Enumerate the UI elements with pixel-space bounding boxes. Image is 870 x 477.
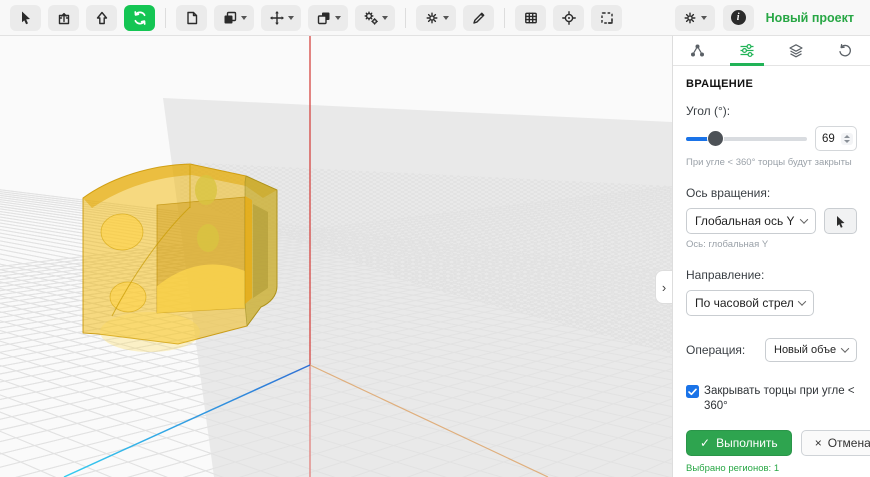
axis-pick-button[interactable] [824,208,857,234]
selection-status: Выбрано регионов: 1 [686,463,857,474]
boolean-tool-button[interactable] [308,5,348,31]
cursor-icon [18,10,34,26]
angle-slider[interactable] [686,137,807,141]
gears-icon [363,10,379,26]
gear-icon [424,10,440,26]
history-icon [837,43,853,58]
scene-canvas [0,36,672,477]
layers-icon [788,43,804,58]
rotate-icon [132,10,148,26]
chevron-down-icon [241,16,247,20]
angle-input[interactable] [822,133,840,145]
selection-frame-button[interactable] [591,5,622,31]
axis-hint: Ось: глобальная Y [686,239,857,250]
page-icon [184,10,200,26]
axis-label: Ось вращения: [686,186,857,200]
axis-select[interactable]: Глобальная ось Y [686,208,816,234]
angle-slider-thumb[interactable] [708,131,723,146]
pencil-icon [471,10,487,26]
operations-tool-button[interactable] [355,5,395,31]
chevron-down-icon [799,215,807,223]
grid-icon [523,10,539,26]
front-hole-upper [101,214,143,250]
boolean-icon [316,10,332,26]
tab-history[interactable] [821,36,870,65]
operation-select[interactable]: Новый объект [765,338,857,362]
extrude-tool-button[interactable] [86,5,117,31]
close-icon: × [815,436,822,450]
direction-select[interactable]: По часовой стрелке [686,290,814,316]
solid-end-cap-inner [253,204,268,298]
toolbar-separator [504,8,505,28]
back-hole-top [195,175,217,205]
inner-floor-glow [100,312,200,352]
dashed-square-icon [599,10,615,26]
back-hole-mid [197,224,219,252]
panel-tabs [673,36,870,66]
info-icon: i [731,10,746,25]
pushpull-icon [56,10,72,26]
annotate-tool-button[interactable] [463,5,494,31]
toolbar: i Новый проект [0,0,870,36]
panel-content: ВРАЩЕНИЕ Угол (°): При угле < 360° торцы… [673,66,870,477]
chevron-down-icon [288,16,294,20]
move-tool-button[interactable] [261,5,301,31]
gear-icon [682,10,698,26]
chevron-down-icon [798,297,806,305]
chevron-down-icon [382,16,388,20]
tab-layers[interactable] [772,36,821,65]
toolbar-right-group: i Новый проект [675,5,860,31]
execute-button[interactable]: ✓ Выполнить [686,430,792,456]
cursor-icon [834,215,847,228]
angle-spinner[interactable] [841,133,853,145]
crosshair-icon [561,10,577,26]
tree-icon [689,43,706,58]
revolved-solid [83,164,277,352]
copy-icon [222,10,238,26]
chevron-down-icon [701,16,707,20]
close-caps-label: Закрывать торцы при угле < 360° [704,384,857,414]
cancel-button[interactable]: × Отмена [801,430,870,456]
copy-tool-button[interactable] [214,5,254,31]
view-settings-button[interactable] [675,5,715,31]
pushpull-tool-button[interactable] [48,5,79,31]
chevron-down-icon [335,16,341,20]
info-button[interactable]: i [723,5,754,31]
grid-toggle-button[interactable] [515,5,546,31]
select-tool-button[interactable] [10,5,41,31]
chevron-down-icon [841,344,849,352]
angle-label: Угол (°): [686,104,857,118]
tab-parameters[interactable] [722,36,771,65]
close-caps-checkbox-row[interactable]: Закрывать торцы при угле < 360° [686,384,857,414]
sliders-icon [739,43,755,58]
chevron-right-icon: › [662,280,666,295]
toolbar-separator [405,8,406,28]
panel-collapse-button[interactable]: › [655,270,672,304]
operation-label: Операция: [686,343,745,357]
angle-hint: При угле < 360° торцы будут закрыты [686,157,857,168]
angle-numbox [815,126,857,151]
solid-end-cap-stripe [245,196,252,304]
chevron-down-icon [443,16,449,20]
tab-structure[interactable] [673,36,722,65]
properties-panel: ВРАЩЕНИЕ Угол (°): При угле < 360° торцы… [672,36,870,477]
cad-app-window: i Новый проект [0,0,870,477]
arrow-up-icon [94,10,110,26]
checkbox-checked[interactable] [686,385,699,398]
toolbar-separator [165,8,166,28]
check-icon: ✓ [700,436,710,450]
project-name-link[interactable]: Новый проект [766,11,854,25]
panel-title: ВРАЩЕНИЕ [686,78,857,90]
snap-toggle-button[interactable] [553,5,584,31]
check-icon [688,388,697,396]
settings-tool-button[interactable] [416,5,456,31]
move-icon [269,10,285,26]
sketch-tool-button[interactable] [176,5,207,31]
direction-label: Направление: [686,268,857,282]
revolve-tool-button[interactable] [124,5,155,31]
viewport-3d[interactable]: › [0,36,672,477]
